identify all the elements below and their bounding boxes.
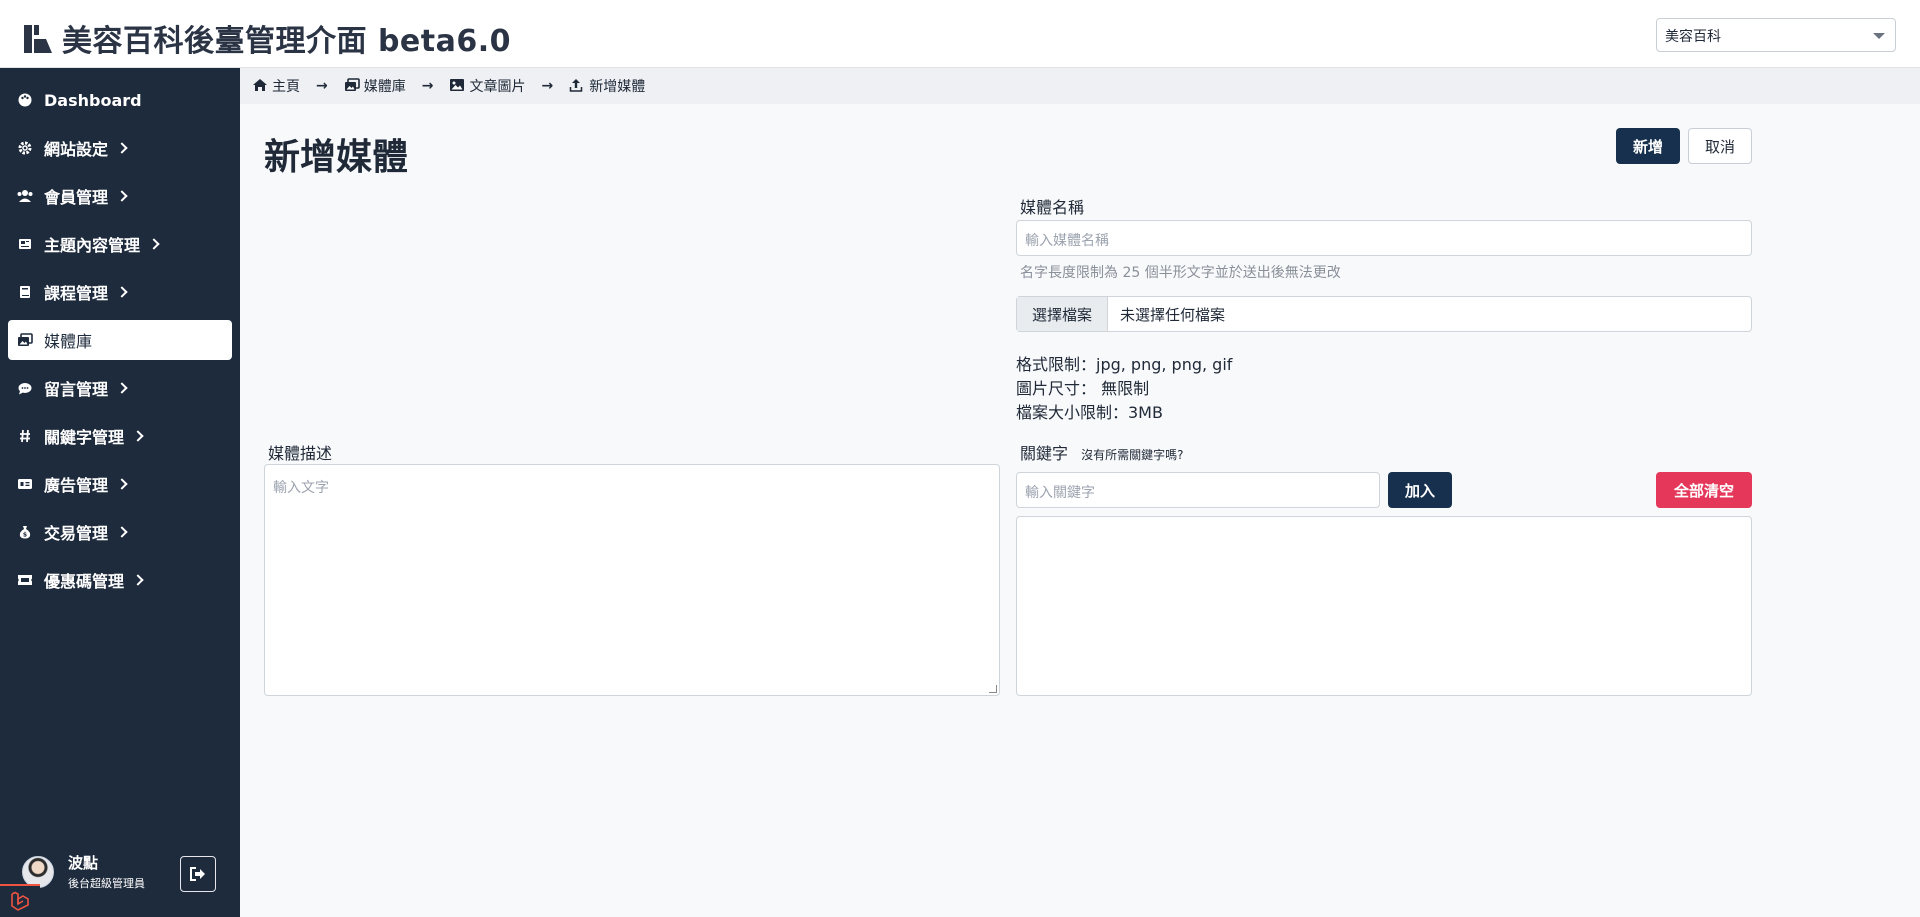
breadcrumb-label: 媒體庫 <box>363 79 406 95</box>
sidebar-item-topic-content[interactable]: 主題內容管理 <box>8 224 232 264</box>
users-icon <box>16 187 34 205</box>
image-size-rule: 圖片尺寸： 無限制 <box>1016 379 1150 398</box>
sidebar-item-transactions[interactable]: $ 交易管理 <box>8 512 232 552</box>
sidebar-item-label: 廣告管理 <box>44 476 109 495</box>
breadcrumb-article-images[interactable]: 文章圖片 <box>449 76 525 96</box>
filesize-rule: 檔案大小限制：3MB <box>1016 403 1163 422</box>
images-icon <box>344 78 360 94</box>
laravel-logo-icon <box>11 891 29 911</box>
sidebar-item-ads[interactable]: 廣告管理 <box>8 464 232 504</box>
logout-icon <box>190 867 205 881</box>
sidebar-item-keywords[interactable]: 關鍵字管理 <box>8 416 232 456</box>
money-bag-icon: $ <box>16 523 34 541</box>
image-icon <box>449 78 465 94</box>
keyword-label-row: 關鍵字 沒有所需關鍵字嗎? <box>1020 440 1183 464</box>
keyword-add-button[interactable]: 加入 <box>1388 472 1452 508</box>
chevron-right-icon <box>116 382 128 394</box>
sidebar-item-label: 網站設定 <box>44 140 109 159</box>
file-input[interactable]: 選擇檔案 未選擇任何檔案 <box>1016 296 1752 332</box>
keyword-list-box <box>1016 516 1752 696</box>
chevron-right-icon <box>116 478 128 490</box>
sidebar-item-dashboard[interactable]: Dashboard <box>8 80 232 120</box>
choose-file-button[interactable]: 選擇檔案 <box>1017 297 1108 331</box>
media-name-hint: 名字長度限制為 25 個半形文字並於送出後無法更改 <box>1020 265 1341 281</box>
sidebar-item-label: 媒體庫 <box>44 332 93 351</box>
description-placeholder: 輸入文字 <box>273 480 329 496</box>
sidebar-item-label: 關鍵字管理 <box>44 428 125 447</box>
sidebar-item-label: 優惠碼管理 <box>44 572 125 591</box>
sidebar-item-site-settings[interactable]: 網站設定 <box>8 128 232 168</box>
sidebar-item-members[interactable]: 會員管理 <box>8 176 232 216</box>
breadcrumb-label: 新增媒體 <box>589 79 646 95</box>
description-textarea[interactable]: 輸入文字 <box>264 464 1000 696</box>
home-icon <box>252 78 268 94</box>
chevron-right-icon <box>116 526 128 538</box>
sidebar-item-coupons[interactable]: 優惠碼管理 <box>8 560 232 600</box>
logout-button[interactable] <box>180 856 216 892</box>
user-name: 波點 <box>68 854 99 872</box>
laravel-badge[interactable] <box>0 884 40 917</box>
user-profile: 波點 後台超級管理員 <box>22 852 145 891</box>
site-select-value: 美容百科 <box>1665 29 1721 45</box>
cancel-button[interactable]: 取消 <box>1688 128 1752 164</box>
page-title: 新增媒體 <box>264 137 409 178</box>
palette-icon <box>16 91 34 109</box>
ticket-icon <box>16 571 34 589</box>
chevron-right-icon <box>116 190 128 202</box>
sidebar-item-label: 課程管理 <box>44 284 109 303</box>
sidebar-item-comments[interactable]: 留言管理 <box>8 368 232 408</box>
media-name-input[interactable]: 輸入媒體名稱 <box>1016 220 1752 256</box>
description-label: 媒體描述 <box>268 444 333 463</box>
sidebar: Dashboard 網站設定 會員管理 主題內容管理 課程管理 媒體庫 留言管理… <box>0 68 240 917</box>
book-icon <box>16 283 34 301</box>
arrow-right-icon: → <box>316 78 328 94</box>
keyword-help-link[interactable]: 沒有所需關鍵字嗎? <box>1081 448 1183 462</box>
file-status: 未選擇任何檔案 <box>1120 305 1226 324</box>
breadcrumb-add-media: 新增媒體 <box>569 76 645 96</box>
sidebar-item-label: 交易管理 <box>44 524 109 543</box>
arrow-right-icon: → <box>421 78 434 94</box>
add-button[interactable]: 新增 <box>1616 128 1680 164</box>
chevron-down-icon <box>1873 33 1885 39</box>
hashtag-icon <box>16 427 34 445</box>
keyword-input[interactable]: 輸入關鍵字 <box>1016 472 1380 508</box>
sidebar-item-label: 主題內容管理 <box>44 236 141 255</box>
brand-logo-icon <box>24 25 52 53</box>
gear-icon <box>16 139 34 157</box>
svg-text:$: $ <box>23 532 27 539</box>
keyword-label: 關鍵字 <box>1020 444 1069 463</box>
media-name-label: 媒體名稱 <box>1020 198 1085 217</box>
breadcrumb-label: 主頁 <box>272 79 300 95</box>
sidebar-item-media-library[interactable]: 媒體庫 <box>8 320 232 360</box>
sidebar-item-label: 會員管理 <box>44 188 109 207</box>
site-select[interactable]: 美容百科 <box>1656 18 1896 52</box>
sidebar-item-courses[interactable]: 課程管理 <box>8 272 232 312</box>
resize-handle-icon[interactable] <box>989 685 997 693</box>
chevron-right-icon <box>148 238 160 250</box>
sidebar-item-label: 留言管理 <box>44 380 109 399</box>
chevron-right-icon <box>116 142 128 154</box>
chevron-right-icon <box>132 430 144 442</box>
brand[interactable]: 美容百科後臺管理介面 beta6.0 <box>22 16 511 60</box>
comment-icon <box>16 379 34 397</box>
chevron-right-icon <box>132 574 144 586</box>
breadcrumb-home[interactable]: 主頁 <box>252 76 300 96</box>
breadcrumb-label: 文章圖片 <box>469 79 526 95</box>
avatar <box>22 855 54 888</box>
sidebar-item-label: Dashboard <box>44 90 142 110</box>
app-title: 美容百科後臺管理介面 beta6.0 <box>62 24 511 59</box>
upload-icon <box>569 78 585 94</box>
format-rule: 格式限制：jpg, png, png, gif <box>1016 355 1233 374</box>
images-icon <box>16 331 34 349</box>
keyword-clear-button[interactable]: 全部清空 <box>1656 472 1752 508</box>
breadcrumb-media-library[interactable]: 媒體庫 <box>344 76 406 96</box>
top-header: 美容百科後臺管理介面 beta6.0 美容百科 <box>0 0 1920 68</box>
chevron-right-icon <box>116 286 128 298</box>
ad-icon <box>16 475 34 493</box>
breadcrumb: 主頁 → 媒體庫 → 文章圖片 → 新增媒體 <box>240 68 1920 104</box>
user-role: 後台超級管理員 <box>68 877 145 890</box>
newspaper-icon <box>16 235 34 253</box>
arrow-right-icon: → <box>541 78 554 94</box>
